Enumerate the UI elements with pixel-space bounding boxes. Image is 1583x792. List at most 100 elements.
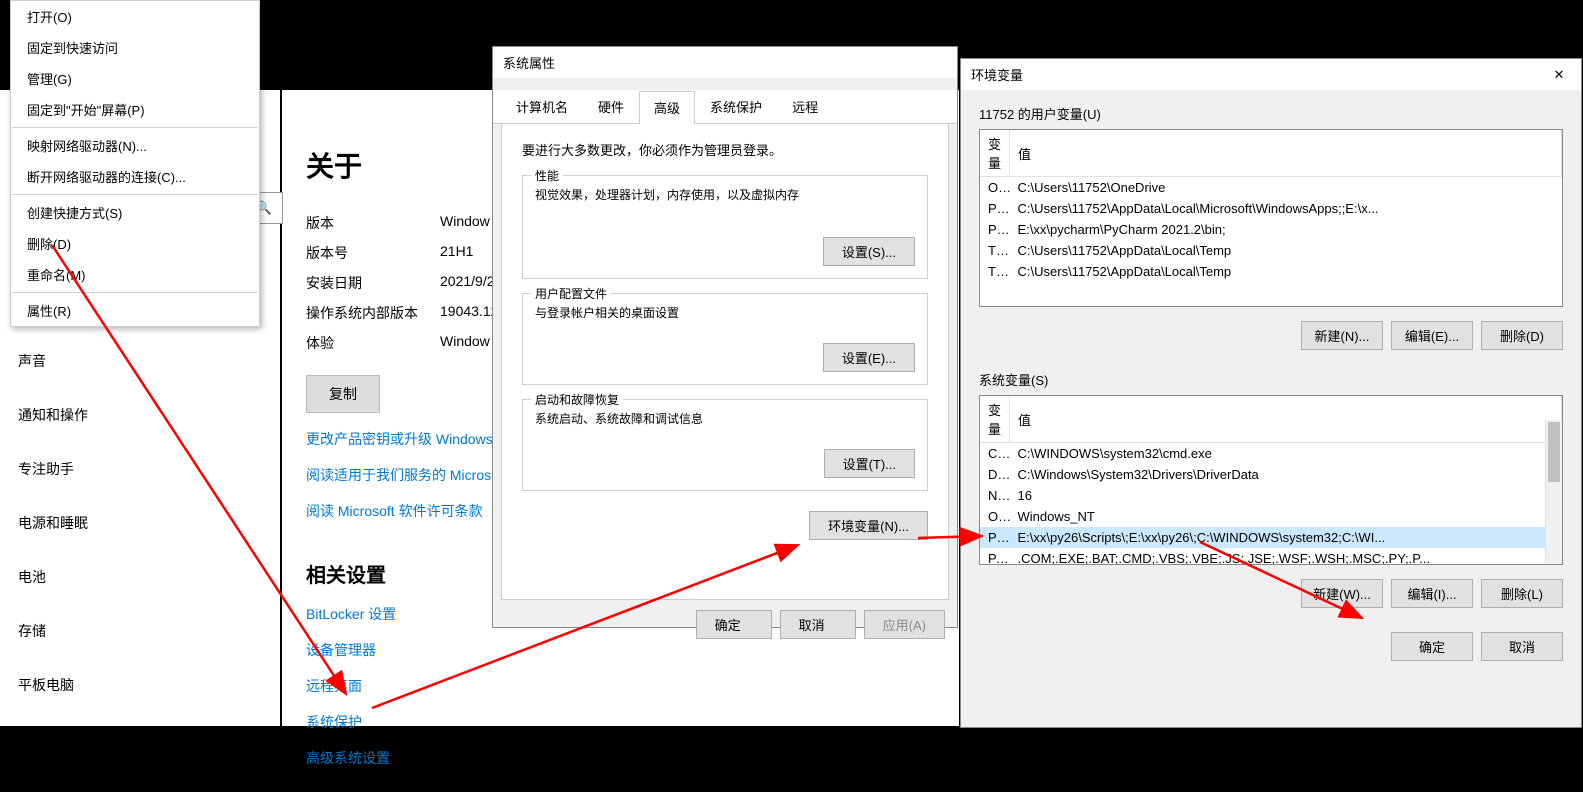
group-box: 性能视觉效果，处理器计划，内存使用，以及虚拟内存设置(S)... <box>522 175 928 279</box>
close-icon[interactable]: ✕ <box>1547 67 1571 83</box>
separator <box>12 127 258 128</box>
var-value: Windows_NT <box>1010 506 1562 527</box>
user-new-button[interactable]: 新建(N)... <box>1301 321 1383 350</box>
nav-item[interactable]: 多任务处理 <box>0 717 280 761</box>
system-vars-table[interactable]: 变量值ComSpecC:\WINDOWS\system32\cmd.exeDri… <box>979 395 1563 565</box>
menu-item[interactable]: 管理(G) <box>11 63 259 94</box>
table-row[interactable]: PathC:\Users\11752\AppData\Local\Microso… <box>980 198 1562 219</box>
var-value: C:\WINDOWS\system32\cmd.exe <box>1010 443 1562 465</box>
column-header[interactable]: 变量 <box>980 396 1010 443</box>
menu-item[interactable]: 属性(R) <box>11 295 259 326</box>
group-desc: 视觉效果，处理器计划，内存使用，以及虚拟内存 <box>535 186 915 203</box>
table-row[interactable]: NUMBER_OF_PROCESSORS16 <box>980 485 1562 506</box>
apply-button[interactable]: 应用(A) <box>864 610 945 639</box>
tab[interactable]: 计算机名 <box>501 90 583 123</box>
menu-item[interactable]: 重命名(M) <box>11 259 259 290</box>
system-properties-dialog: 系统属性 计算机名硬件高级系统保护远程 要进行大多数更改，你必须作为管理员登录。… <box>492 46 958 628</box>
var-value: C:\Users\11752\AppData\Local\Temp <box>1010 261 1562 282</box>
settings-button[interactable]: 设置(T)... <box>824 449 915 478</box>
var-value: C:\Users\11752\OneDrive <box>1010 177 1562 199</box>
tab[interactable]: 硬件 <box>583 90 639 123</box>
cancel-button[interactable]: 取消 <box>780 610 856 639</box>
environment-variables-button[interactable]: 环境变量(N)... <box>809 511 928 540</box>
user-delete-button[interactable]: 删除(D) <box>1481 321 1563 350</box>
menu-item[interactable]: 删除(D) <box>11 228 259 259</box>
table-row[interactable]: TMPC:\Users\11752\AppData\Local\Temp <box>980 261 1562 282</box>
dialog-title: 环境变量 <box>971 65 1023 84</box>
var-name: ComSpec <box>980 443 1010 465</box>
nav-item[interactable]: 通知和操作 <box>0 393 280 437</box>
menu-item[interactable]: 固定到"开始"屏幕(P) <box>11 94 259 125</box>
tab[interactable]: 系统保护 <box>695 90 777 123</box>
nav-item[interactable]: 电源和睡眠 <box>0 501 280 545</box>
group-title: 启动和故障恢复 <box>531 391 623 408</box>
sys-new-button[interactable]: 新建(W)... <box>1301 579 1383 608</box>
context-menu: 打开(O)固定到快速访问管理(G)固定到"开始"屏幕(P) 映射网络驱动器(N).… <box>10 0 260 327</box>
info-label: 版本号 <box>306 243 440 263</box>
info-value: Window <box>440 213 490 233</box>
system-vars-label: 系统变量(S) <box>979 370 1563 389</box>
var-value: E:\xx\pycharm\PyCharm 2021.2\bin; <box>1010 219 1562 240</box>
var-name: TEMP <box>980 240 1010 261</box>
user-vars-label: 11752 的用户变量(U) <box>979 104 1563 123</box>
separator <box>12 292 258 293</box>
menu-item[interactable]: 固定到快速访问 <box>11 32 259 63</box>
tab[interactable]: 远程 <box>777 90 833 123</box>
related-link[interactable]: 远程桌面 <box>306 676 935 696</box>
related-link[interactable]: 系统保护 <box>306 712 935 732</box>
info-label: 版本 <box>306 213 440 233</box>
group-title: 用户配置文件 <box>531 285 611 302</box>
var-value: C:\Windows\System32\Drivers\DriverData <box>1010 464 1562 485</box>
ok-button[interactable]: 确定 <box>1391 632 1473 661</box>
var-name: TMP <box>980 261 1010 282</box>
var-name: OneDrive <box>980 177 1010 199</box>
nav-item[interactable]: 存储 <box>0 609 280 653</box>
info-value: 19043.12 <box>440 303 498 323</box>
table-row[interactable]: PATHEXT.COM;.EXE;.BAT;.CMD;.VBS;.VBE;.JS… <box>980 548 1562 565</box>
user-edit-button[interactable]: 编辑(E)... <box>1391 321 1473 350</box>
table-row[interactable]: OSWindows_NT <box>980 506 1562 527</box>
sys-delete-button[interactable]: 删除(L) <box>1481 579 1563 608</box>
table-row[interactable]: PyCharmE:\xx\pycharm\PyCharm 2021.2\bin; <box>980 219 1562 240</box>
settings-button[interactable]: 设置(S)... <box>823 237 915 266</box>
table-row[interactable]: TEMPC:\Users\11752\AppData\Local\Temp <box>980 240 1562 261</box>
nav-item[interactable]: 专注助手 <box>0 447 280 491</box>
menu-item[interactable]: 打开(O) <box>11 1 259 32</box>
copy-button[interactable]: 复制 <box>306 375 380 413</box>
nav-item[interactable]: 声音 <box>0 339 280 383</box>
table-row[interactable]: DriverDataC:\Windows\System32\Drivers\Dr… <box>980 464 1562 485</box>
info-value: Window <box>440 333 490 353</box>
column-header[interactable]: 值 <box>1010 396 1562 443</box>
column-header[interactable]: 变量 <box>980 130 1010 177</box>
settings-button[interactable]: 设置(E)... <box>823 343 915 372</box>
environment-variables-dialog: 环境变量 ✕ 11752 的用户变量(U) 变量值OneDriveC:\User… <box>960 58 1582 728</box>
nav-item[interactable]: 平板电脑 <box>0 663 280 707</box>
menu-item[interactable]: 创建快捷方式(S) <box>11 197 259 228</box>
menu-item[interactable]: 映射网络驱动器(N)... <box>11 130 259 161</box>
table-row[interactable]: PathE:\xx\py26\Scripts\;E:\xx\py26\;C:\W… <box>980 527 1562 548</box>
table-row[interactable]: OneDriveC:\Users\11752\OneDrive <box>980 177 1562 199</box>
var-value: C:\Users\11752\AppData\Local\Microsoft\W… <box>1010 198 1562 219</box>
column-header[interactable]: 值 <box>1010 130 1562 177</box>
table-row[interactable]: ComSpecC:\WINDOWS\system32\cmd.exe <box>980 443 1562 465</box>
var-value: E:\xx\py26\Scripts\;E:\xx\py26\;C:\WINDO… <box>1010 527 1562 548</box>
var-value: .COM;.EXE;.BAT;.CMD;.VBS;.VBE;.JS;.JSE;.… <box>1010 548 1562 565</box>
info-label: 安装日期 <box>306 273 440 293</box>
var-name: DriverData <box>980 464 1010 485</box>
var-name: PATHEXT <box>980 548 1010 565</box>
menu-item[interactable]: 断开网络驱动器的连接(C)... <box>11 161 259 192</box>
var-value: C:\Users\11752\AppData\Local\Temp <box>1010 240 1562 261</box>
sys-edit-button[interactable]: 编辑(I)... <box>1391 579 1473 608</box>
admin-note: 要进行大多数更改，你必须作为管理员登录。 <box>522 140 928 159</box>
related-link[interactable]: 高级系统设置 <box>306 748 935 768</box>
user-vars-table[interactable]: 变量值OneDriveC:\Users\11752\OneDrivePathC:… <box>979 129 1563 307</box>
scrollbar[interactable] <box>1545 420 1562 564</box>
tab[interactable]: 高级 <box>639 91 695 124</box>
dialog-title: 系统属性 <box>493 47 957 78</box>
group-title: 性能 <box>531 167 563 184</box>
tab-bar: 计算机名硬件高级系统保护远程 <box>493 90 957 124</box>
nav-item[interactable]: 电池 <box>0 555 280 599</box>
ok-button[interactable]: 确定 <box>696 610 772 639</box>
cancel-button[interactable]: 取消 <box>1481 632 1563 661</box>
info-label: 操作系统内部版本 <box>306 303 440 323</box>
